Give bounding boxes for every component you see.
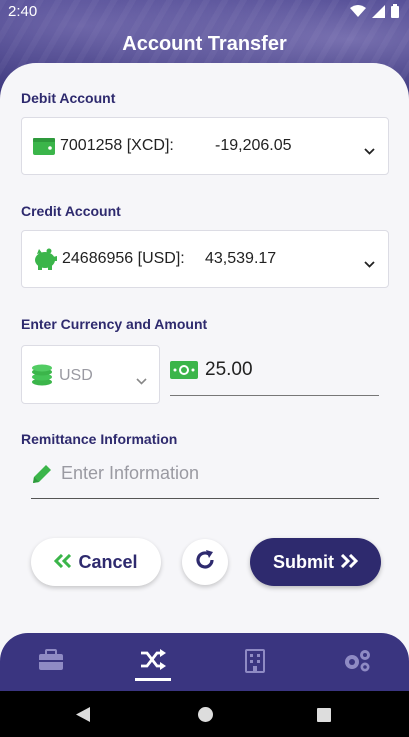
settings-icon [341, 649, 373, 678]
active-tab-indicator [135, 678, 171, 681]
chevron-down-icon [364, 142, 375, 160]
amount-input[interactable]: 25.00 [170, 355, 379, 396]
currency-select[interactable]: USD [21, 345, 160, 404]
bottom-navigation [0, 633, 409, 691]
chevron-down-icon [136, 372, 147, 390]
home-icon[interactable] [198, 707, 213, 727]
currency-amount-label: Enter Currency and Amount [21, 316, 208, 332]
nav-item-bank[interactable] [204, 633, 306, 691]
shuffle-icon [140, 649, 166, 676]
submit-button-label: Submit [273, 551, 334, 572]
debit-account-select[interactable]: 7001258 [XCD]: -19,206.05 [21, 117, 389, 175]
remittance-input[interactable]: Enter Information [31, 457, 379, 499]
system-navigation-bar [0, 691, 409, 737]
credit-account-number: 24686956 [USD]: [62, 250, 185, 267]
pencil-icon [31, 463, 53, 490]
double-chevron-left-icon [54, 552, 72, 573]
page-title: Account Transfer [122, 33, 287, 55]
recents-icon[interactable] [317, 708, 331, 727]
cancel-button-label: Cancel [78, 551, 138, 572]
battery-icon [391, 4, 399, 18]
coins-icon [31, 364, 53, 391]
building-icon [245, 649, 265, 678]
remittance-label: Remittance Information [21, 431, 178, 447]
nav-item-accounts[interactable] [0, 633, 102, 691]
refresh-button[interactable] [182, 539, 228, 585]
money-bill-icon [170, 360, 198, 385]
amount-value: 25.00 [205, 359, 253, 380]
back-icon[interactable] [76, 707, 90, 727]
debit-account-number: 7001258 [XCD]: [60, 137, 174, 154]
credit-account-balance: 43,539.17 [205, 250, 277, 267]
remittance-placeholder: Enter Information [61, 463, 200, 483]
credit-account-label: Credit Account [21, 203, 121, 219]
status-bar: 2:40 [0, 0, 409, 24]
submit-button[interactable]: Submit [250, 538, 381, 586]
status-time: 2:40 [8, 3, 38, 20]
nav-item-transfer[interactable] [102, 633, 204, 691]
credit-account-select[interactable]: 24686956 [USD]: 43,539.17 [21, 230, 389, 288]
piggy-bank-icon [33, 248, 57, 275]
chevron-down-icon [364, 255, 375, 273]
signal-icon [372, 4, 385, 18]
double-chevron-right-icon [340, 552, 359, 573]
wallet-icon [33, 136, 55, 161]
briefcase-icon [38, 649, 64, 676]
cancel-button[interactable]: Cancel [31, 538, 161, 586]
debit-account-balance: -19,206.05 [215, 137, 292, 154]
debit-account-label: Debit Account [21, 90, 116, 106]
status-icons [350, 4, 399, 18]
nav-item-settings[interactable] [306, 633, 408, 691]
refresh-icon [193, 548, 217, 577]
wifi-icon [350, 4, 366, 17]
currency-value: USD [59, 367, 93, 384]
